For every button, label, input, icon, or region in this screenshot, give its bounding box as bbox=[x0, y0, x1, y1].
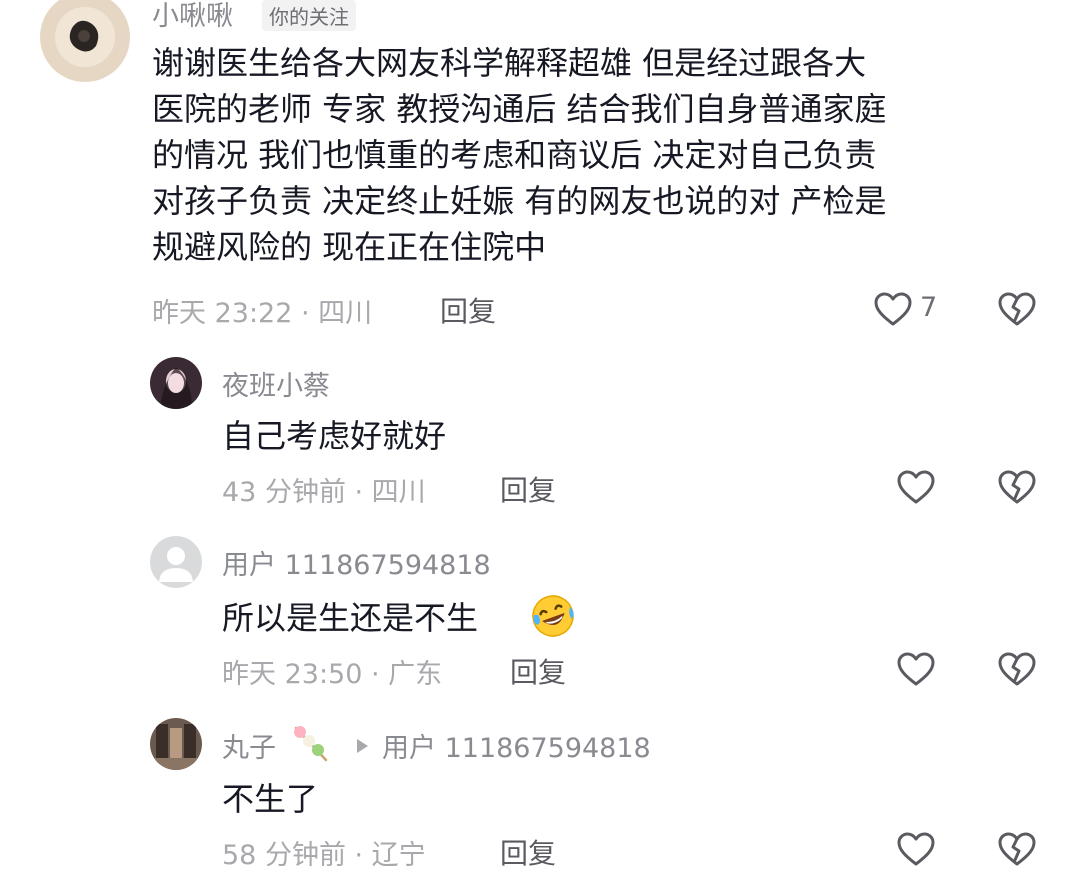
comment-text-line: 对孩子负责 决定终止妊娠 有的网友也说的对 产检是 bbox=[152, 182, 887, 220]
reply-username[interactable]: 夜班小蔡 bbox=[222, 364, 330, 403]
like-button[interactable] bbox=[896, 830, 936, 870]
following-badge: 你的关注 bbox=[262, 0, 356, 31]
reply-to-username[interactable]: 用户 111867594818 bbox=[382, 726, 651, 765]
dislike-button[interactable] bbox=[997, 650, 1037, 690]
comment-text: 谢谢医生给各大网友科学解释超雄 但是经过跟各大 医院的老师 专家 教授沟通后 结… bbox=[152, 40, 1032, 270]
comment-meta: 昨天 23:22 · 四川 bbox=[152, 298, 373, 329]
like-button[interactable] bbox=[873, 290, 913, 330]
avatar[interactable] bbox=[150, 536, 202, 588]
like-count: 7 bbox=[920, 292, 938, 323]
like-button[interactable] bbox=[896, 650, 936, 690]
reply-text: 不生了 bbox=[222, 780, 319, 818]
laughing-tears-emoji-icon bbox=[530, 593, 576, 639]
heart-outline-icon bbox=[897, 832, 935, 866]
reply-text: 所以是生还是不生 bbox=[222, 599, 479, 637]
heart-outline-icon bbox=[897, 470, 935, 504]
reply-username[interactable]: 用户 111867594818 bbox=[222, 543, 491, 582]
like-button[interactable] bbox=[896, 468, 936, 508]
comment-text-line: 规避风险的 现在正在住院中 bbox=[152, 228, 547, 266]
broken-heart-icon bbox=[998, 470, 1036, 504]
avatar-image bbox=[150, 357, 202, 409]
comment-text-line: 的情况 我们也慎重的考虑和商议后 决定对自己负责 bbox=[152, 136, 877, 174]
avatar-image bbox=[40, 0, 130, 82]
comment-text-line: 医院的老师 专家 教授沟通后 结合我们自身普通家庭 bbox=[152, 90, 887, 128]
avatar[interactable] bbox=[150, 718, 202, 770]
broken-heart-icon bbox=[998, 652, 1036, 686]
heart-outline-icon bbox=[897, 652, 935, 686]
heart-outline-icon bbox=[874, 292, 912, 326]
default-user-icon bbox=[150, 536, 202, 588]
reply-text: 自己考虑好就好 bbox=[222, 417, 447, 455]
comment-thread: 小啾啾 你的关注 谢谢医生给各大网友科学解释超雄 但是经过跟各大 医院的老师 专… bbox=[0, 0, 1080, 890]
comment-text-line: 谢谢医生给各大网友科学解释超雄 但是经过跟各大 bbox=[152, 44, 867, 82]
play-arrow-icon bbox=[352, 736, 372, 756]
dislike-button[interactable] bbox=[997, 830, 1037, 870]
dislike-button[interactable] bbox=[997, 290, 1037, 330]
reply-username[interactable]: 丸子 bbox=[222, 726, 276, 765]
comment-username[interactable]: 小啾啾 bbox=[152, 0, 233, 33]
avatar[interactable] bbox=[150, 357, 202, 409]
broken-heart-icon bbox=[998, 832, 1036, 866]
dislike-button[interactable] bbox=[997, 468, 1037, 508]
reply-meta: 43 分钟前 · 四川 bbox=[222, 477, 426, 508]
reply-button[interactable]: 回复 bbox=[440, 290, 496, 330]
broken-heart-icon bbox=[998, 292, 1036, 326]
avatar-image bbox=[150, 718, 202, 770]
reply-button[interactable]: 回复 bbox=[500, 469, 556, 509]
tanghulu-icon bbox=[290, 724, 332, 764]
reply-meta: 昨天 23:50 · 广东 bbox=[222, 659, 443, 690]
reply-button[interactable]: 回复 bbox=[500, 832, 556, 872]
avatar[interactable] bbox=[40, 0, 130, 82]
reply-button[interactable]: 回复 bbox=[510, 651, 566, 691]
reply-meta: 58 分钟前 · 辽宁 bbox=[222, 840, 426, 871]
